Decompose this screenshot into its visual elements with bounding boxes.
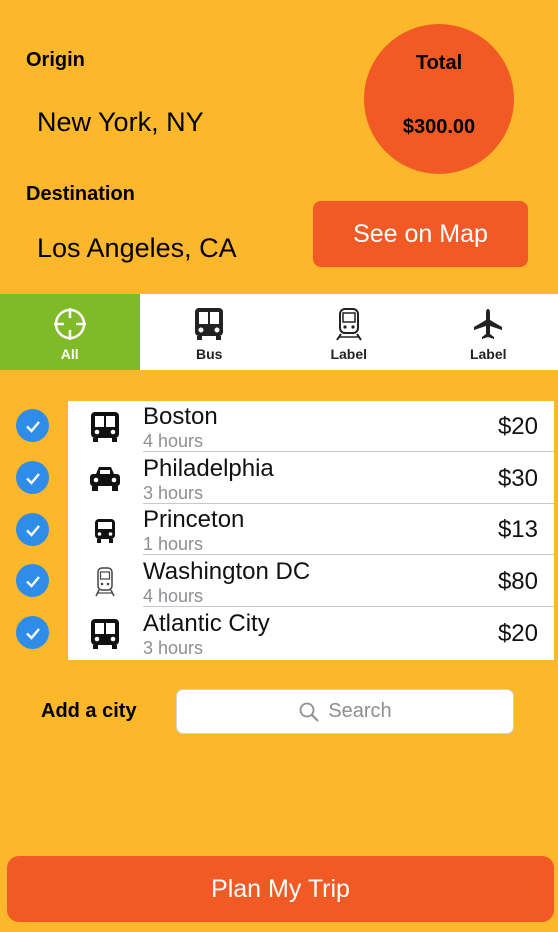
crosshair-icon: [53, 308, 86, 340]
trip-price: $13: [497, 516, 538, 543]
row-divider: [143, 451, 554, 452]
tab-train-label: Label: [330, 346, 368, 362]
trip-city: Atlantic City: [143, 610, 270, 637]
bus-icon: [91, 412, 119, 442]
trip-duration: 4 hours: [143, 431, 204, 451]
trip-duration: 1 hours: [143, 534, 204, 554]
trip-city: Philadelphia: [143, 455, 274, 482]
tab-train[interactable]: Label: [279, 294, 419, 370]
trip-duration: 3 hours: [143, 483, 204, 503]
trip-city: Princeton: [143, 506, 245, 533]
trip-price: $20: [497, 620, 538, 647]
trip-duration: 3 hours: [143, 638, 204, 658]
trip-checkbox[interactable]: [16, 513, 49, 546]
trip-city: Washington DC: [143, 558, 311, 585]
tab-bus-label: Bus: [196, 346, 223, 362]
trip-checkbox[interactable]: [16, 461, 49, 494]
checkmark-icon: [25, 472, 40, 485]
add-city-label: Add a city: [41, 700, 137, 722]
plane-icon: [474, 309, 503, 339]
checkmark-icon: [25, 627, 40, 640]
trip-price: $80: [497, 568, 538, 595]
trip-duration: 4 hours: [143, 586, 204, 606]
train-icon: [95, 567, 115, 597]
trip-checkbox[interactable]: [16, 564, 49, 597]
trip-checkbox[interactable]: [16, 409, 49, 442]
trip-list: Boston 4 hours $20 Philadelphia 3 hours …: [68, 401, 554, 660]
row-divider: [143, 606, 554, 607]
see-on-map-button[interactable]: See on Map: [313, 201, 528, 267]
trip-city: Boston: [143, 403, 218, 430]
trip-price: $20: [497, 413, 538, 440]
destination-label: Destination: [26, 183, 135, 205]
search-icon: [299, 702, 320, 722]
total-label: Total: [415, 52, 463, 74]
tab-plane[interactable]: Label: [419, 294, 558, 370]
bus-icon: [195, 308, 224, 340]
tab-bus[interactable]: Bus: [140, 294, 280, 370]
origin-label: Origin: [26, 49, 85, 71]
list-item[interactable]: Boston 4 hours $20: [68, 401, 554, 452]
transport-tab-bar: All Bus Label Label: [0, 294, 558, 370]
tab-all[interactable]: All: [0, 294, 140, 370]
train-icon: [335, 308, 362, 341]
origin-value[interactable]: New York, NY: [37, 107, 204, 138]
total-badge: Total $300.00: [364, 24, 514, 174]
checkmark-icon: [25, 420, 40, 433]
row-divider: [143, 554, 554, 555]
trip-checkbox[interactable]: [16, 616, 49, 649]
list-item[interactable]: Washington DC 4 hours $80: [68, 556, 554, 607]
search-input[interactable]: Search: [176, 689, 514, 734]
list-item[interactable]: Atlantic City 3 hours $20: [68, 608, 554, 659]
tab-plane-label: Label: [469, 346, 507, 362]
car-icon: [90, 467, 120, 491]
trip-price: $30: [497, 465, 538, 492]
list-item[interactable]: Princeton 1 hours $13: [68, 504, 554, 555]
checkmark-icon: [25, 575, 40, 588]
bus-icon: [91, 619, 119, 649]
plan-my-trip-button[interactable]: Plan My Trip: [7, 856, 554, 922]
list-item[interactable]: Philadelphia 3 hours $30: [68, 453, 554, 504]
checkmark-icon: [25, 524, 40, 537]
destination-value[interactable]: Los Angeles, CA: [37, 233, 237, 264]
tab-all-label: All: [60, 346, 79, 362]
search-placeholder: Search: [328, 700, 392, 722]
bus-front-icon: [95, 519, 115, 543]
total-value: $300.00: [402, 116, 476, 138]
